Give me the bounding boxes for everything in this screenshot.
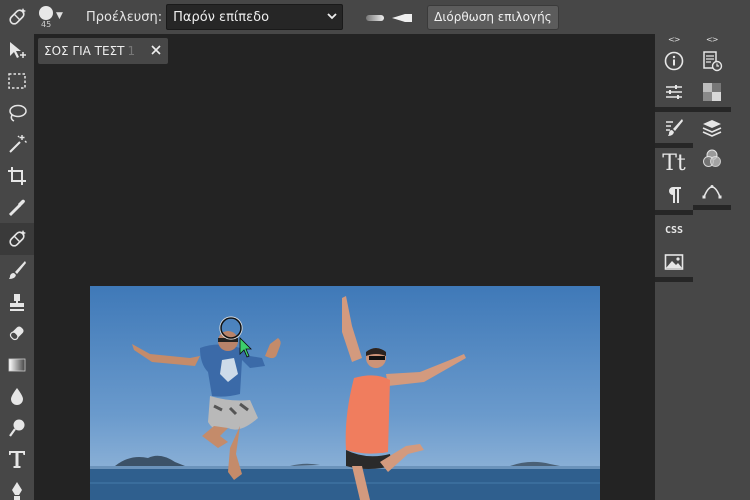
cursor-plus-icon — [10, 41, 26, 58]
document-tab-number: 1 — [127, 44, 136, 58]
eraser-icon — [9, 326, 24, 341]
dodge-tool[interactable] — [0, 412, 34, 444]
info-icon — [664, 51, 684, 70]
swatches-icon — [703, 82, 721, 101]
brush-panel-icon — [666, 118, 683, 136]
adjustments-panel-button[interactable] — [655, 76, 693, 107]
brushes-panel-button[interactable] — [655, 112, 693, 143]
brush-size-value: 45 — [41, 20, 52, 29]
eyedropper-tool[interactable] — [0, 192, 34, 224]
close-icon[interactable] — [150, 44, 162, 59]
panel-separator — [693, 205, 731, 210]
css-icon: CSS — [664, 225, 684, 236]
image-panel-button[interactable] — [655, 246, 693, 277]
tools-panel — [0, 34, 34, 500]
gradient-icon — [8, 358, 26, 372]
lasso-tool[interactable] — [0, 97, 34, 129]
healing-tool[interactable] — [0, 223, 34, 255]
brush-dot-icon — [39, 6, 53, 20]
move-select-tool[interactable] — [0, 34, 34, 66]
collapse-panel-1-icon[interactable]: <> — [668, 35, 680, 44]
brush-tool[interactable] — [0, 255, 34, 287]
sample-mode-group — [365, 8, 425, 27]
fix-selection-button[interactable]: Διόρθωση επιλογής — [427, 4, 559, 30]
healing-tool-icon — [0, 0, 34, 34]
options-bar: 45 ▼ Προέλευση: Παρόν επίπεδο Διόρθωση ε… — [0, 0, 750, 34]
text-tool[interactable] — [0, 444, 34, 476]
paths-icon — [702, 184, 722, 198]
blur-tool[interactable] — [0, 381, 34, 413]
eyedropper-icon — [8, 199, 25, 217]
panels-column: <> <> Tt CSS — [655, 34, 750, 500]
source-select[interactable]: Παρόν επίπεδο — [166, 4, 344, 30]
caret-down-icon: ▼ — [56, 11, 63, 21]
sliders-icon — [666, 84, 682, 99]
history-icon — [703, 50, 723, 71]
document-tab[interactable]: ΣΟΣ ΓΙΑ ΤΕΣΤ 1 — [38, 38, 168, 64]
eraser-tool[interactable] — [0, 318, 34, 350]
marquee-icon — [8, 73, 26, 89]
panel-column-1: Tt CSS — [655, 45, 693, 282]
document-tab-title: ΣΟΣ ΓΙΑ ΤΕΣΤ — [44, 44, 125, 58]
crop-icon — [8, 166, 26, 185]
text-tt-icon: Tt — [662, 151, 686, 176]
panel-column-2 — [693, 45, 731, 210]
channels-icon — [703, 149, 721, 167]
info-panel-button[interactable] — [655, 45, 693, 76]
css-panel-button[interactable]: CSS — [655, 215, 693, 246]
history-panel-button[interactable] — [693, 45, 731, 76]
pen-icon — [12, 481, 22, 500]
swatches-panel-button[interactable] — [693, 76, 731, 107]
pilcrow-icon — [669, 186, 681, 203]
clone-stamp-tool[interactable] — [0, 286, 34, 318]
stamp-icon — [10, 293, 24, 311]
layers-panel-button[interactable] — [693, 112, 731, 143]
brush-icon — [9, 261, 26, 280]
panel-separator — [655, 277, 693, 282]
text-icon — [9, 451, 25, 469]
brush-size-picker[interactable]: 45 ▼ — [36, 0, 76, 34]
image-icon — [664, 253, 684, 270]
pen-tool[interactable] — [0, 475, 34, 500]
paragraph-panel-button[interactable] — [655, 179, 693, 210]
paths-panel-button[interactable] — [693, 174, 731, 205]
magic-wand-icon — [9, 135, 27, 153]
gradient-tool[interactable] — [0, 349, 34, 381]
rect-select-tool[interactable] — [0, 66, 34, 98]
lasso-icon — [9, 104, 27, 122]
collapse-panel-2-icon[interactable]: <> — [706, 35, 718, 44]
dodge-icon — [9, 419, 25, 437]
source-label: Προέλευση: — [86, 9, 163, 25]
drop-icon — [11, 388, 23, 406]
crop-tool[interactable] — [0, 160, 34, 192]
character-panel-button[interactable]: Tt — [655, 148, 693, 179]
canvas-photo[interactable] — [90, 286, 600, 500]
magic-wand-tool[interactable] — [0, 129, 34, 161]
source-select-value: Παρόν επίπεδο — [173, 9, 270, 25]
bandage-icon — [9, 229, 26, 247]
chevron-down-icon — [326, 10, 338, 26]
beach-jump-photo — [90, 286, 600, 500]
soft-mode-icon[interactable] — [365, 8, 385, 27]
hard-mode-icon[interactable] — [391, 8, 413, 27]
document-area: ΣΟΣ ΓΙΑ ΤΕΣΤ 1 — [34, 34, 655, 500]
layers-icon — [702, 119, 722, 137]
channels-panel-button[interactable] — [693, 143, 731, 174]
